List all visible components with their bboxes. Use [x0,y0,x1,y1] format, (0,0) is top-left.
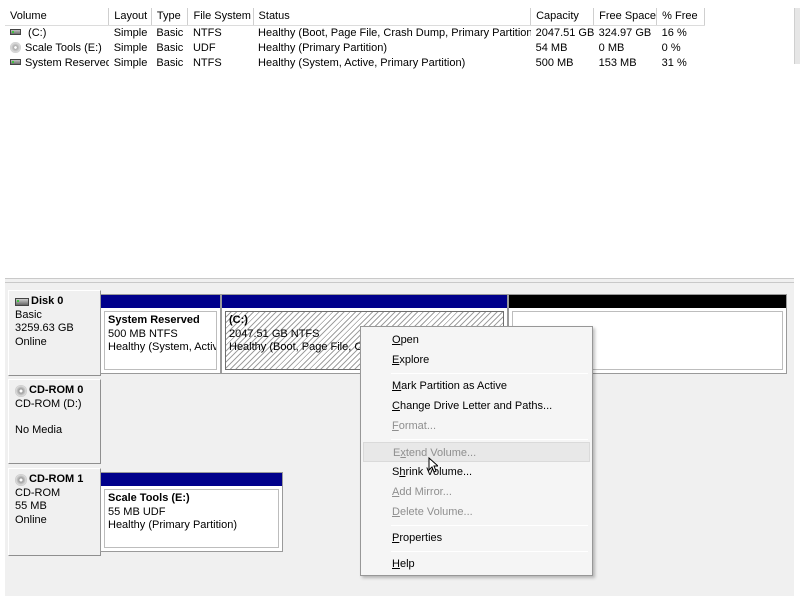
menu-item-extend-volume[interactable]: Extend Volume... [363,442,590,462]
partition-body: Scale Tools (E:) 55 MB UDF Healthy (Prim… [104,489,279,548]
volume-name: System Reserved [25,56,109,69]
column-header-layout[interactable]: Layout [108,8,152,26]
table-row[interactable]: (C:) Simple Basic NTFS Healthy (Boot, Pa… [5,25,705,40]
disk-label-disk-0[interactable]: Disk 0 Basic 3259.63 GB Online [8,290,101,376]
partition-size: 55 MB UDF [108,505,166,518]
capacity-cell: 2047.51 GB [535,26,594,39]
layout-cell: Simple [113,26,148,39]
menu-separator [391,525,588,526]
status-cell: Healthy (Primary Partition) [258,41,388,54]
column-header-type[interactable]: Type [151,8,189,26]
partition-scale-tools[interactable]: Scale Tools (E:) 55 MB UDF Healthy (Prim… [100,472,283,552]
column-header-volume[interactable]: Volume [5,8,110,26]
partition-size: 500 MB NTFS [108,327,178,340]
disk-name-row: Disk 0 [15,295,100,309]
cd-icon [15,384,27,397]
volume-cell: System Reserved [5,55,109,70]
scrollbar[interactable] [794,8,800,64]
file-system-cell: NTFS [192,56,222,69]
disk-status: Online [15,513,47,526]
volume-name: (C:) [25,26,47,39]
menu-item-properties[interactable]: Properties [363,528,590,548]
disk-type: CD-ROM [15,486,61,499]
partition-bar [101,295,220,308]
volume-table: Volume Layout Type File System Status Ca… [5,8,705,70]
menu-separator [391,439,588,440]
table-header: Volume Layout Type File System Status Ca… [5,8,705,26]
disk-name: Disk 0 [31,295,64,307]
table-row[interactable]: Scale Tools (E:) Simple Basic UDF Health… [5,40,705,55]
menu-item-explore[interactable]: Explore [363,350,590,370]
disk-name: CD-ROM 1 [29,473,84,485]
disk-type: Basic [15,308,42,321]
free-space-cell: 0 MB [598,41,625,54]
menu-item-add-mirror[interactable]: Add Mirror... [363,482,590,502]
context-menu: Open Explore Mark Partition as Active Ch… [360,326,593,576]
file-system-cell: UDF [192,41,216,54]
disk-size [15,411,100,424]
partition-name: System Reserved [108,314,200,326]
partition-body: System Reserved 500 MB NTFS Healthy (Sys… [104,311,217,370]
file-system-cell: NTFS [192,26,222,39]
status-cell: Healthy (Boot, Page File, Crash Dump, Pr… [258,26,531,39]
type-cell: Basic [156,26,184,39]
hard-drive-icon [10,58,21,65]
type-cell: Basic [156,56,184,69]
partition-bar [101,473,282,486]
hard-drive-icon [15,297,29,306]
column-header-status[interactable]: Status [253,8,532,26]
partition-name: Scale Tools (E:) [108,492,190,504]
disk-status: Online [15,335,47,348]
menu-separator [391,373,588,374]
capacity-cell: 500 MB [535,56,574,69]
partition-system-reserved[interactable]: System Reserved 500 MB NTFS Healthy (Sys… [100,294,221,374]
percent-free-cell: 31 % [661,56,687,69]
percent-free-cell: 16 % [661,26,687,39]
capacity-cell: 54 MB [535,41,568,54]
cd-icon [10,42,21,54]
menu-item-mark-partition-active[interactable]: Mark Partition as Active [363,376,590,396]
volume-name: Scale Tools (E:) [25,41,102,54]
free-space-cell: 153 MB [598,56,637,69]
disk-type: CD-ROM (D:) [15,397,82,410]
percent-free-cell: 0 % [661,41,681,54]
volume-cell: Scale Tools (E:) [5,40,109,55]
hard-drive-icon [10,28,21,35]
menu-item-open[interactable]: Open [363,330,590,350]
type-cell: Basic [156,41,184,54]
status-cell: Healthy (System, Active, Primary Partiti… [258,56,466,69]
partition-status: Healthy (Primary Partition) [108,519,237,531]
disk-status: No Media [15,424,63,436]
volume-cell: (C:) [5,25,109,40]
disk-size: 55 MB [15,500,47,512]
disk-name-row: CD-ROM 0 [15,384,100,398]
disk-size: 3259.63 GB [15,322,74,334]
menu-item-shrink-volume[interactable]: Shrink Volume... [363,462,590,482]
unallocated-bar [509,295,786,308]
menu-item-format[interactable]: Format... [363,416,590,436]
cd-icon [15,473,27,486]
layout-cell: Simple [113,41,148,54]
table-row[interactable]: System Reserved Simple Basic NTFS Health… [5,55,705,70]
disk-name-row: CD-ROM 1 [15,473,100,487]
disk-label-cd-rom-0[interactable]: CD-ROM 0 CD-ROM (D:) No Media [8,379,101,464]
menu-separator [391,551,588,552]
menu-item-change-drive-letter[interactable]: Change Drive Letter and Paths... [363,396,590,416]
column-header-file-system[interactable]: File System [187,8,254,26]
layout-cell: Simple [113,56,148,69]
mouse-cursor-icon [428,457,438,473]
column-header-percent-free[interactable]: % Free [656,8,705,26]
column-header-free-space[interactable]: Free Space [593,8,658,26]
menu-item-delete-volume[interactable]: Delete Volume... [363,502,590,522]
volume-list[interactable]: Volume Layout Type File System Status Ca… [5,8,794,278]
free-space-cell: 324.97 GB [598,26,652,39]
disk-label-cd-rom-1[interactable]: CD-ROM 1 CD-ROM 55 MB Online [8,468,101,556]
partition-bar [222,295,507,308]
partition-status: Healthy (System, Activ [108,341,217,353]
disk-name: CD-ROM 0 [29,384,84,396]
menu-item-help[interactable]: Help [363,554,590,574]
column-header-capacity[interactable]: Capacity [530,8,595,26]
